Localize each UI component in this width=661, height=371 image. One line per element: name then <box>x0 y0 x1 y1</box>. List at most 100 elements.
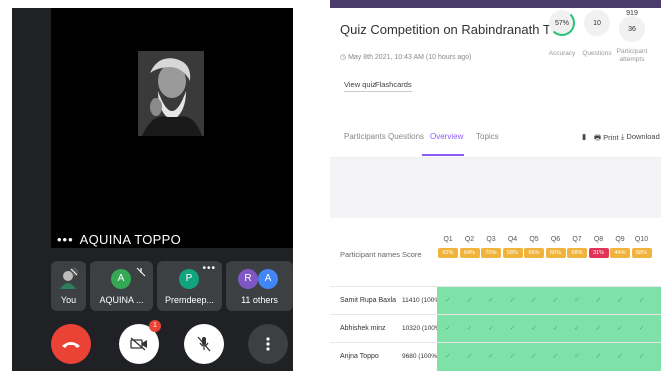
question-accuracy-pill: 68% <box>567 248 587 258</box>
mic-toggle-button[interactable] <box>184 324 224 364</box>
quiz-date-text: May 8th 2021, 10:43 AM (10 hours ago) <box>348 54 472 61</box>
question-header-q2[interactable]: Q2 64% <box>459 236 480 258</box>
correct-check-icon: ✓ <box>595 353 602 360</box>
more-options-button[interactable] <box>248 324 288 364</box>
print-label: Print <box>603 133 619 142</box>
tab-questions[interactable]: Questions <box>388 132 424 141</box>
question-label: Q7 <box>572 236 582 243</box>
correct-check-icon: ✓ <box>531 297 537 304</box>
answer-cells: ✓ ✓ ✓ ✓ ✓ ✓ ✓ ✓ ✓ ✓ <box>437 287 661 315</box>
question-header-q3[interactable]: Q3 70% <box>481 236 501 258</box>
tab-participants[interactable]: Participants <box>344 132 386 141</box>
question-header-q7[interactable]: Q7 68% <box>567 236 587 258</box>
correct-check-icon: ✓ <box>509 325 516 332</box>
correct-check-icon: ✓ <box>509 353 516 360</box>
print-button[interactable]: 🖶 Print <box>594 132 619 145</box>
participant-name-label: ••• AQUINA TOPPO <box>57 232 181 247</box>
correct-check-icon: ✓ <box>552 297 559 304</box>
correct-check-icon: ✓ <box>466 325 473 332</box>
question-header-q4[interactable]: Q4 58% <box>502 236 523 258</box>
avatar: A <box>111 269 131 289</box>
results-grid: Participant names Score Q1 62% Q2 64% Q3 70% Q… <box>330 220 661 371</box>
tile-premdeep[interactable]: P ••• Premdeep... <box>157 261 222 311</box>
stat-label: Participant attempts <box>616 48 648 64</box>
view-quiz-button[interactable]: View quiz <box>344 80 376 92</box>
question-label: Q6 <box>550 236 561 243</box>
question-label: Q1 <box>443 236 453 243</box>
question-label: Q10 <box>634 236 649 243</box>
correct-check-icon: ✓ <box>488 297 494 304</box>
main-video-stage[interactable]: ••• AQUINA TOPPO <box>51 8 293 248</box>
tile-label: Premdeep... <box>164 295 215 305</box>
question-header-q1[interactable]: Q1 62% <box>438 236 458 258</box>
questions-ring: 10 <box>584 10 610 36</box>
report-tabs: Participants Questions Overview Topics ▮… <box>330 124 661 158</box>
table-row[interactable]: Anjna Toppo 9680 (100%) ✓ ✓ ✓ ✓ ✓ ✓ ✓ ✓ ✓ ✓ <box>330 342 661 371</box>
correct-check-icon: ✓ <box>595 297 602 304</box>
correct-check-icon: ✓ <box>574 325 580 332</box>
participant-name: Anjna Toppo <box>340 353 379 360</box>
correct-check-icon: ✓ <box>638 325 645 332</box>
avatar: P <box>179 269 199 289</box>
correct-check-icon: ✓ <box>574 353 580 360</box>
phone-hangup-icon <box>62 342 80 348</box>
tile-label: 11 others <box>241 295 278 305</box>
correct-check-icon: ✓ <box>531 353 537 360</box>
correct-check-icon: ✓ <box>638 353 645 360</box>
camera-toggle-button[interactable]: 1 <box>119 320 161 364</box>
tile-others[interactable]: R A 11 others <box>226 261 293 311</box>
correct-check-icon: ✓ <box>638 297 645 304</box>
question-header-q6[interactable]: Q6 60% <box>545 236 566 258</box>
participant-name: Abhishek minz <box>340 325 386 332</box>
more-options-icon[interactable]: ••• <box>57 232 74 247</box>
correct-check-icon: ✓ <box>531 325 537 332</box>
correct-check-icon: ✓ <box>617 353 623 360</box>
question-accuracy-pill: 60% <box>545 248 566 258</box>
correct-check-icon: ✓ <box>445 353 451 360</box>
tab-topics[interactable]: Topics <box>476 132 499 141</box>
question-accuracy-pill: 66% <box>524 248 544 258</box>
question-accuracy-pill: 58% <box>502 248 523 258</box>
table-row[interactable]: Abhishek minz 10320 (100%) ✓ ✓ ✓ ✓ ✓ ✓ ✓ ✓ ✓ ✓ <box>330 314 661 343</box>
question-header-q10[interactable]: Q10 58% <box>631 236 652 258</box>
question-header-q8[interactable]: Q8 31% <box>588 236 609 258</box>
table-row[interactable]: Samit Rupa Baxla 11410 (100%) ✓ ✓ ✓ ✓ ✓ ✓ ✓ ✓ ✓ ✓ <box>330 286 661 315</box>
answer-cells: ✓ ✓ ✓ ✓ ✓ ✓ ✓ ✓ ✓ ✓ <box>437 343 661 371</box>
tile-aquina[interactable]: A AQUINA ... <box>90 261 153 311</box>
video-call-panel: ••• AQUINA TOPPO You A AQUINA ... P ••• P… <box>12 8 293 371</box>
correct-check-icon: ✓ <box>488 353 494 360</box>
mic-off-icon <box>197 336 211 352</box>
question-header-q9[interactable]: Q9 44% <box>610 236 630 258</box>
quiz-title: Quiz Competition on Rabindranath Tagore … <box>340 22 550 37</box>
stat-participants: 919 36 Participant attempts <box>612 10 652 65</box>
tile-you[interactable]: You <box>51 261 86 311</box>
print-icon: 🖶 <box>594 133 604 142</box>
participant-score: 9680 (100%) <box>402 353 440 360</box>
question-header-q5[interactable]: Q5 66% <box>524 236 544 258</box>
question-accuracy-pill: 64% <box>459 248 480 258</box>
question-accuracy-pill: 62% <box>438 248 458 258</box>
correct-check-icon: ✓ <box>445 297 451 304</box>
avatar: R <box>238 269 258 289</box>
notification-badge: 1 <box>149 320 161 332</box>
stat-top-value: 919 <box>626 10 638 17</box>
share-icon[interactable]: ▮ <box>582 132 586 141</box>
question-accuracy-pill: 44% <box>610 248 630 258</box>
answer-cells: ✓ ✓ ✓ ✓ ✓ ✓ ✓ ✓ ✓ ✓ <box>437 315 661 343</box>
stat-questions: 10 Questions <box>577 10 617 58</box>
more-options-icon[interactable]: ••• <box>202 263 216 274</box>
active-tab-indicator <box>422 154 464 156</box>
question-accuracy-pill: 58% <box>631 248 652 258</box>
correct-check-icon: ✓ <box>466 353 473 360</box>
quiz-report-panel: Quiz Competition on Rabindranath Tagore … <box>330 0 661 371</box>
flashcards-button[interactable]: Flashcards <box>375 80 412 92</box>
avatar: A <box>258 269 278 289</box>
tab-overview[interactable]: Overview <box>430 132 463 141</box>
camera-off-icon <box>130 337 147 351</box>
download-button[interactable]: ⤓ Download <box>621 132 660 142</box>
vertical-dots-icon <box>266 337 270 351</box>
correct-check-icon: ✓ <box>552 353 559 360</box>
end-call-button[interactable] <box>51 324 91 364</box>
call-controls: 1 <box>51 320 293 364</box>
correct-check-icon: ✓ <box>574 297 580 304</box>
